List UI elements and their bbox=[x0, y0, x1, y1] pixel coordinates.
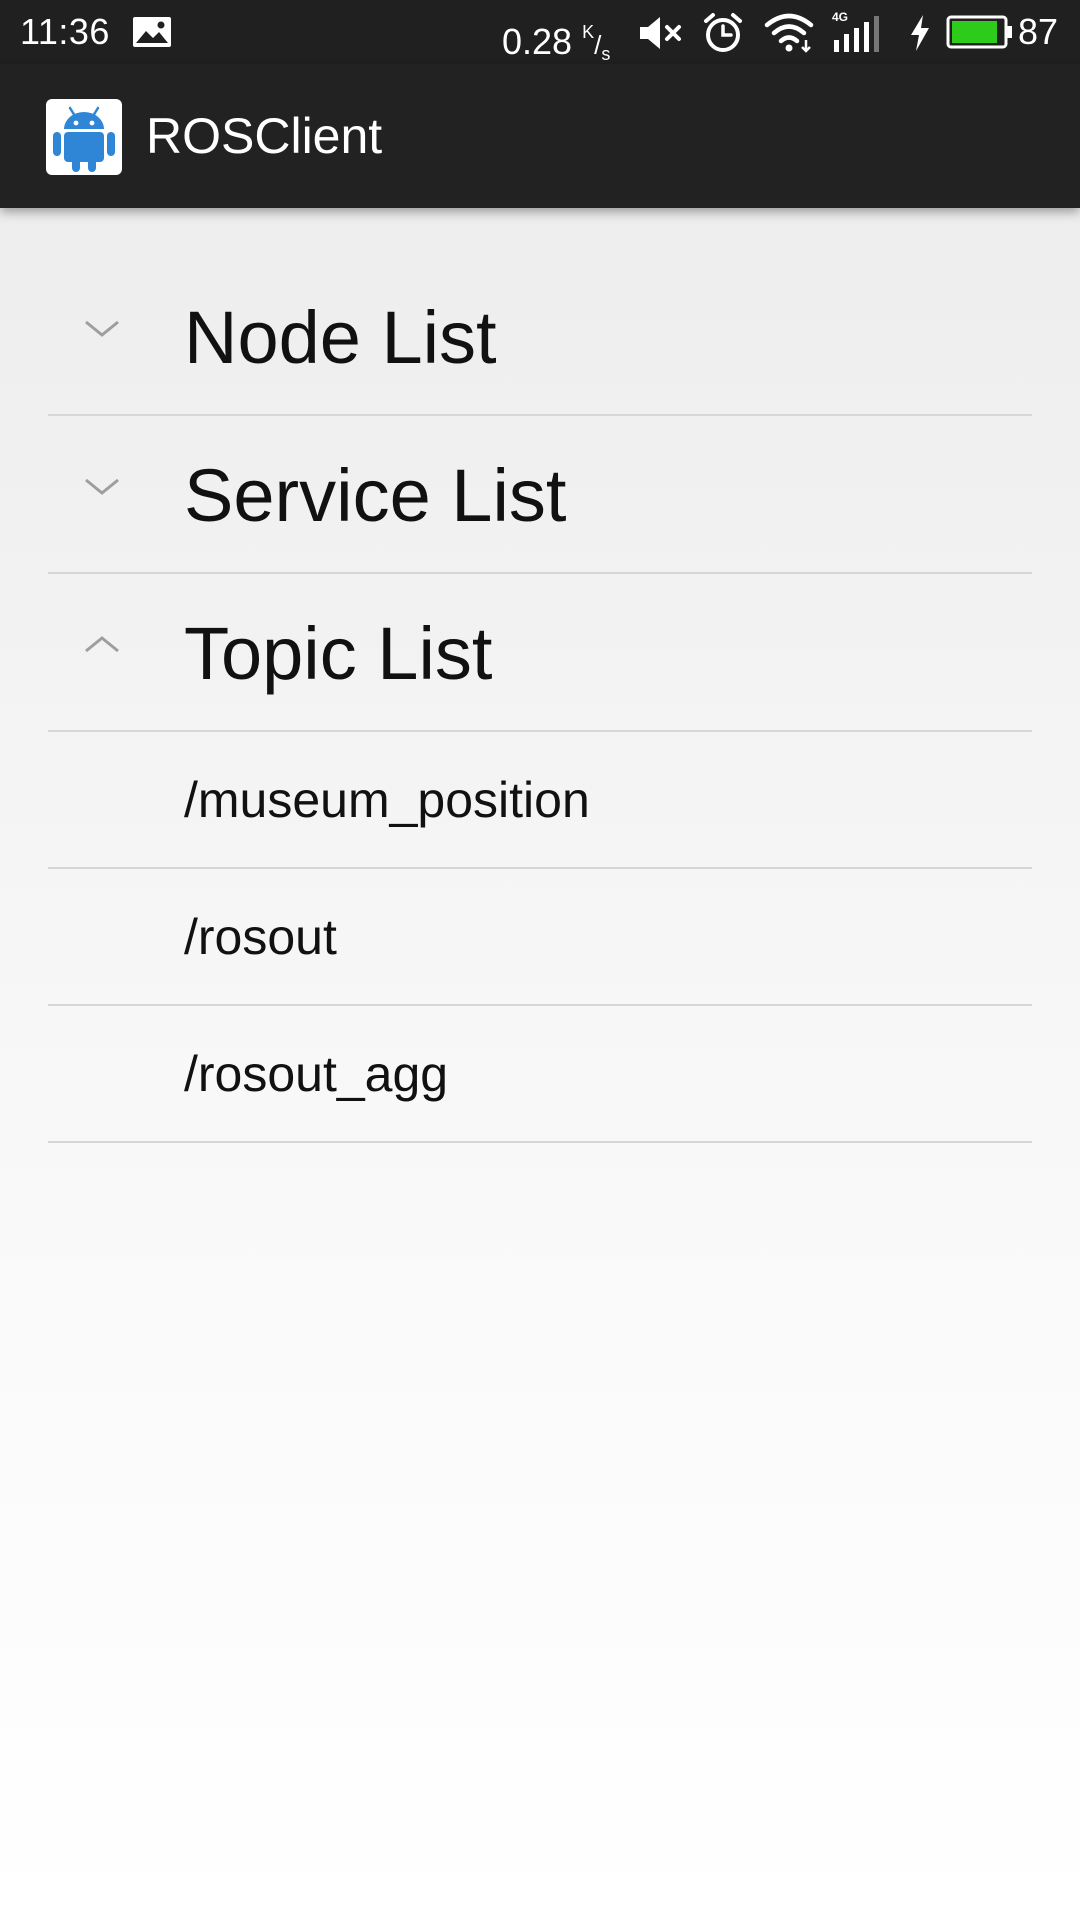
topic-name: /rosout bbox=[184, 909, 337, 965]
mute-icon bbox=[638, 14, 684, 57]
chevron-down-icon bbox=[82, 474, 122, 498]
topic-name: /museum_position bbox=[184, 772, 590, 828]
group-label: Node List bbox=[184, 296, 497, 379]
group-topic-list[interactable]: Topic List bbox=[48, 574, 1032, 732]
battery-level: 87 bbox=[1018, 11, 1059, 52]
status-bar: 11:36 0.28 K/s 4G 87 bbox=[0, 0, 1080, 64]
list-item[interactable]: /rosout bbox=[48, 869, 1032, 1006]
network-speed-value: 0.28 bbox=[502, 21, 573, 62]
battery-icon bbox=[946, 15, 1014, 54]
network-speed: 0.28 K/s bbox=[502, 11, 610, 64]
photo-icon bbox=[132, 16, 172, 48]
group-label: Topic List bbox=[184, 612, 493, 695]
chevron-down-icon bbox=[82, 316, 122, 340]
wifi-icon bbox=[764, 12, 814, 59]
chevron-up-icon bbox=[82, 632, 122, 656]
network-type-label: 4G bbox=[832, 10, 848, 24]
android-icon bbox=[46, 99, 122, 175]
group-label: Service List bbox=[184, 454, 567, 537]
charging-icon bbox=[908, 14, 932, 57]
list-item[interactable]: /museum_position bbox=[48, 732, 1032, 869]
group-service-list[interactable]: Service List bbox=[48, 416, 1032, 574]
network-speed-unit-k: K bbox=[582, 22, 595, 42]
status-time: 11:36 bbox=[20, 11, 110, 52]
app-bar: ROSClient bbox=[0, 64, 1080, 208]
topic-name: /rosout_agg bbox=[184, 1046, 449, 1102]
expandable-list: Node List Service List Topic List /museu… bbox=[48, 258, 1032, 1143]
signal-icon: 4G bbox=[832, 10, 888, 59]
list-item[interactable]: /rosout_agg bbox=[48, 1006, 1032, 1143]
network-speed-unit-s: s bbox=[601, 44, 611, 64]
alarm-icon bbox=[702, 12, 744, 59]
group-node-list[interactable]: Node List bbox=[48, 258, 1032, 416]
app-title: ROSClient bbox=[146, 108, 383, 164]
